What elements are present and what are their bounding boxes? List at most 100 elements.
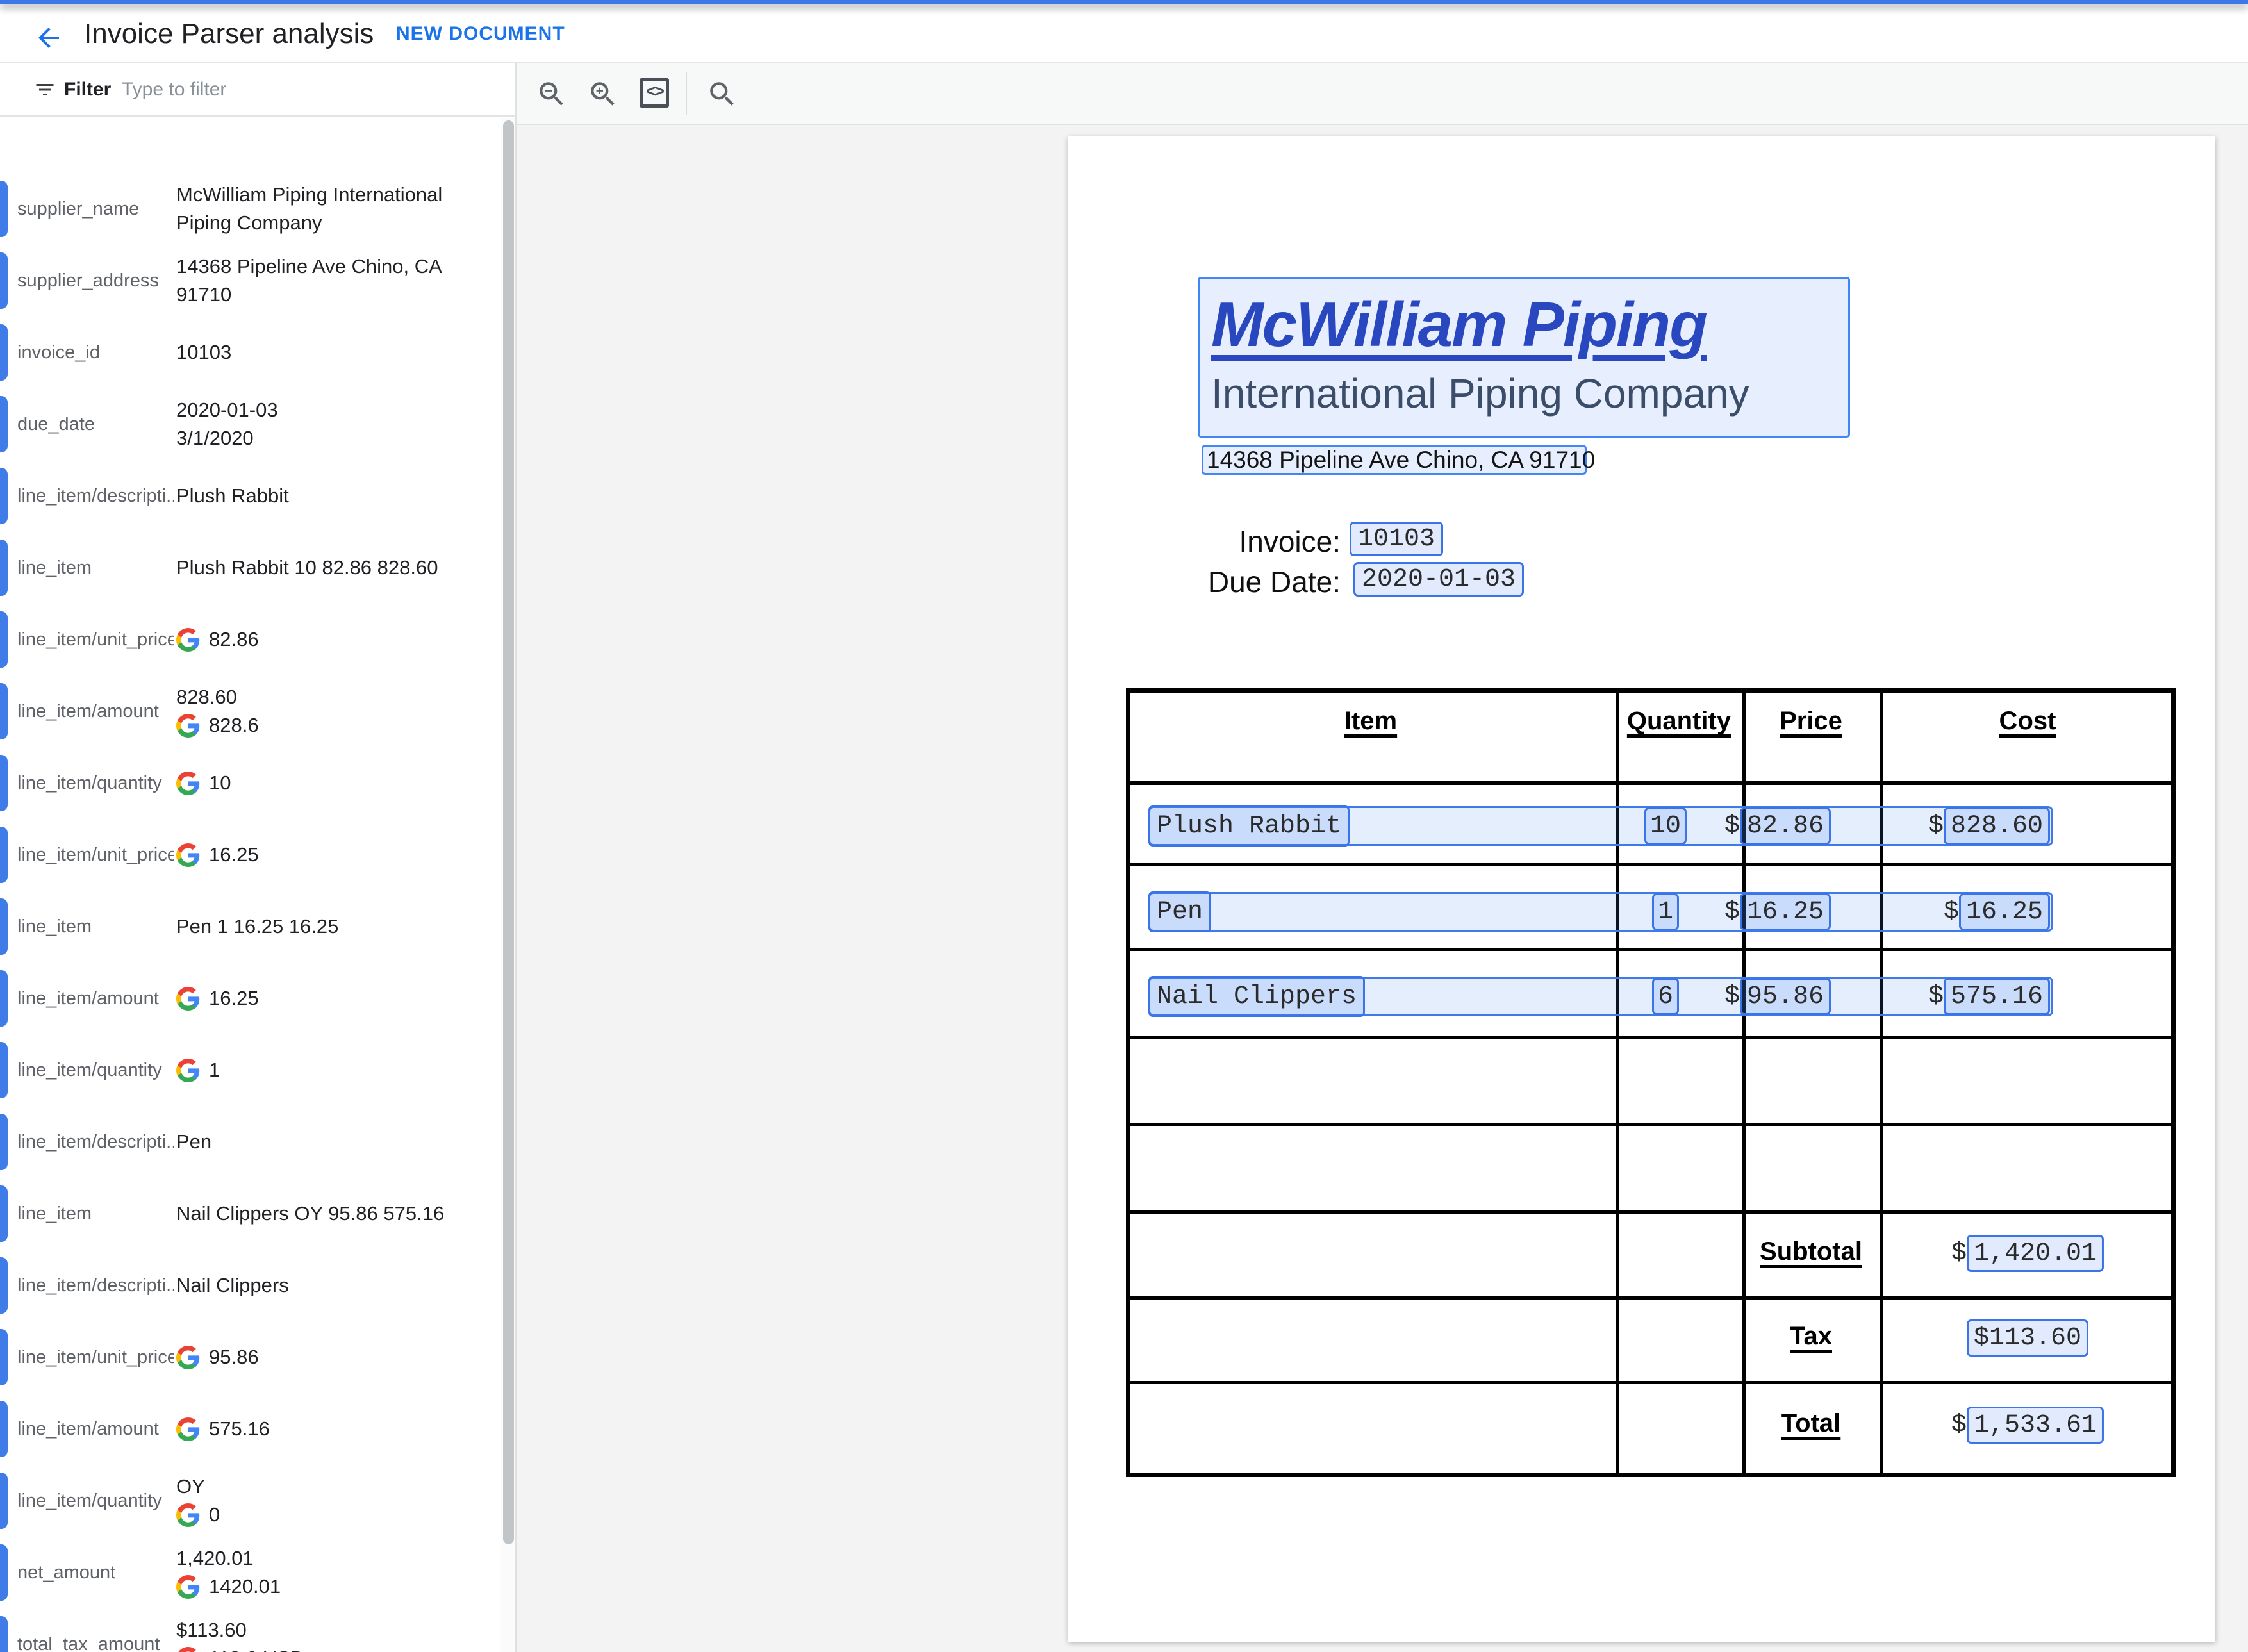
field-label: total_tax_amount [17,1608,174,1652]
field-row[interactable]: line_item/descripti...Pen [0,1106,501,1178]
field-row[interactable]: line_item/amount575.16 [0,1393,501,1465]
field-value: 1,420.011420.01 [176,1537,500,1608]
zoom-in-icon [587,78,619,110]
new-document-button[interactable]: NEW DOCUMENT [396,4,565,63]
field-value: 95.86 [176,1321,500,1393]
field-label: net_amount [17,1537,174,1608]
field-row[interactable]: line_item/descripti...Nail Clippers [0,1250,501,1321]
field-value: 1 [176,1034,500,1106]
total-highlight[interactable]: 1,533.61 [1967,1407,2104,1444]
arrow-back-icon [33,22,64,53]
field-label: line_item/quantity [17,747,174,819]
field-value-text: 14368 Pipeline Ave Chino, CA 91710 [176,252,500,309]
field-accent-bar [0,1185,8,1242]
field-row[interactable]: line_itemNail Clippers OY 95.86 575.16 [0,1178,501,1250]
entity-box-item[interactable]: Nail Clippers [1148,976,1365,1017]
entity-box-item[interactable]: Plush Rabbit [1148,805,1350,847]
field-label: line_item [17,532,174,604]
supplier-address-highlight[interactable]: 14368 Pipeline Ave Chino, CA 91710 [1202,445,1587,475]
filter-label: Filter [64,63,111,117]
field-value-text: 113.6 USD [209,1644,304,1652]
invoice-id-highlight[interactable]: 10103 [1350,522,1443,556]
field-value: Plush Rabbit 10 82.86 828.60 [176,532,500,604]
field-row[interactable]: line_item/quantity10 [0,747,501,819]
field-row[interactable]: line_item/unit_price82.86 [0,604,501,675]
field-accent-bar [0,468,8,524]
entity-box-price[interactable]: 95.86 [1740,978,1831,1015]
field-row[interactable]: line_itemPlush Rabbit 10 82.86 828.60 [0,532,501,604]
field-row[interactable]: supplier_address14368 Pipeline Ave Chino… [0,245,501,317]
currency-symbol: $ [1724,812,1740,841]
entity-box-quantity[interactable]: 1 [1652,893,1679,930]
field-label: line_item/unit_price [17,604,174,675]
entity-box-cost[interactable]: 16.25 [1959,893,2050,930]
back-button[interactable] [33,22,64,53]
entity-box-cost[interactable]: 575.16 [1944,978,2050,1015]
field-row[interactable]: line_item/quantity1 [0,1034,501,1106]
field-accent-bar [0,1473,8,1529]
due-date-label: Due Date: [1136,565,1341,599]
field-row[interactable]: line_item/descripti...Plush Rabbit [0,460,501,532]
google-normalized-icon [176,1417,200,1441]
bounding-box-toggle-button[interactable]: <> [640,78,672,110]
field-row[interactable]: line_item/unit_price95.86 [0,1321,501,1393]
field-label: supplier_name [17,173,174,245]
field-label: line_item/unit_price [17,819,174,891]
field-value-text: 1420.01 [209,1573,281,1601]
field-row[interactable]: line_item/amount16.25 [0,962,501,1034]
google-normalized-icon [176,1346,200,1369]
table-row-line [1130,1123,2171,1126]
entity-box-cost[interactable]: 828.60 [1944,807,2050,845]
due-date-highlight[interactable]: 2020-01-03 [1353,562,1524,597]
field-value: 2020-01-033/1/2020 [176,388,500,460]
tax-highlight[interactable]: $113.60 [1967,1319,2088,1357]
field-row[interactable]: supplier_nameMcWilliam Piping Internatio… [0,173,501,245]
field-row[interactable]: invoice_id10103 [0,317,501,388]
field-accent-bar [0,827,8,883]
field-label: invoice_id [17,317,174,388]
entity-box-quantity[interactable]: 6 [1652,978,1679,1015]
field-value-text: 0 [209,1501,220,1529]
search-button[interactable] [706,78,738,110]
google-normalized-icon [176,1503,200,1527]
google-normalized-icon [176,987,200,1011]
entity-box-price[interactable]: 16.25 [1740,893,1831,930]
filter-icon [33,78,56,101]
tax-value: $113.60 [1967,1319,2088,1357]
table-row-line [1130,1381,2171,1384]
field-list: supplier_nameMcWilliam Piping Internatio… [0,118,501,1652]
table-row-line [1130,1036,2171,1039]
currency-symbol: $ [1724,982,1740,1011]
field-value: OY0 [176,1465,500,1537]
filter-input[interactable] [122,72,468,108]
field-accent-bar [0,611,8,668]
table-row-line [1130,781,2171,785]
field-row[interactable]: due_date2020-01-033/1/2020 [0,388,501,460]
field-label: due_date [17,388,174,460]
line-item-highlight[interactable]: Nail Clippers 6 $95.86 $575.16 [1148,977,2053,1016]
field-row[interactable]: line_item/quantityOY0 [0,1465,501,1537]
field-accent-bar [0,683,8,739]
entity-box-price[interactable]: 82.86 [1740,807,1831,845]
entity-box-quantity[interactable]: 10 [1644,807,1687,845]
bounding-box-icon: <> [640,78,669,108]
document-viewport[interactable]: McWilliam Piping International Piping Co… [517,125,2248,1652]
field-row[interactable]: total_tax_amount$113.60113.6 USD [0,1608,501,1652]
field-label: line_item/quantity [17,1465,174,1537]
zoom-out-button[interactable] [536,78,568,110]
field-label: line_item/descripti... [17,1250,174,1321]
supplier-name-highlight[interactable]: McWilliam Piping International Piping Co… [1198,277,1850,438]
line-item-highlight[interactable]: Plush Rabbit 10 $82.86 $828.60 [1148,806,2053,846]
entity-box-item[interactable]: Pen [1148,891,1211,932]
field-row[interactable]: line_itemPen 1 16.25 16.25 [0,891,501,962]
sidebar-scrollbar-thumb[interactable] [503,120,514,1544]
field-row[interactable]: net_amount1,420.011420.01 [0,1537,501,1608]
field-value: Nail Clippers OY 95.86 575.16 [176,1178,500,1250]
zoom-in-button[interactable] [587,78,619,110]
google-normalized-icon [176,843,200,867]
field-row[interactable]: line_item/unit_price16.25 [0,819,501,891]
line-item-highlight[interactable]: Pen 1 $16.25 $16.25 [1148,892,2053,932]
field-value-text: Plush Rabbit 10 82.86 828.60 [176,554,438,582]
subtotal-highlight[interactable]: 1,420.01 [1967,1235,2104,1272]
field-row[interactable]: line_item/amount828.60828.6 [0,675,501,747]
